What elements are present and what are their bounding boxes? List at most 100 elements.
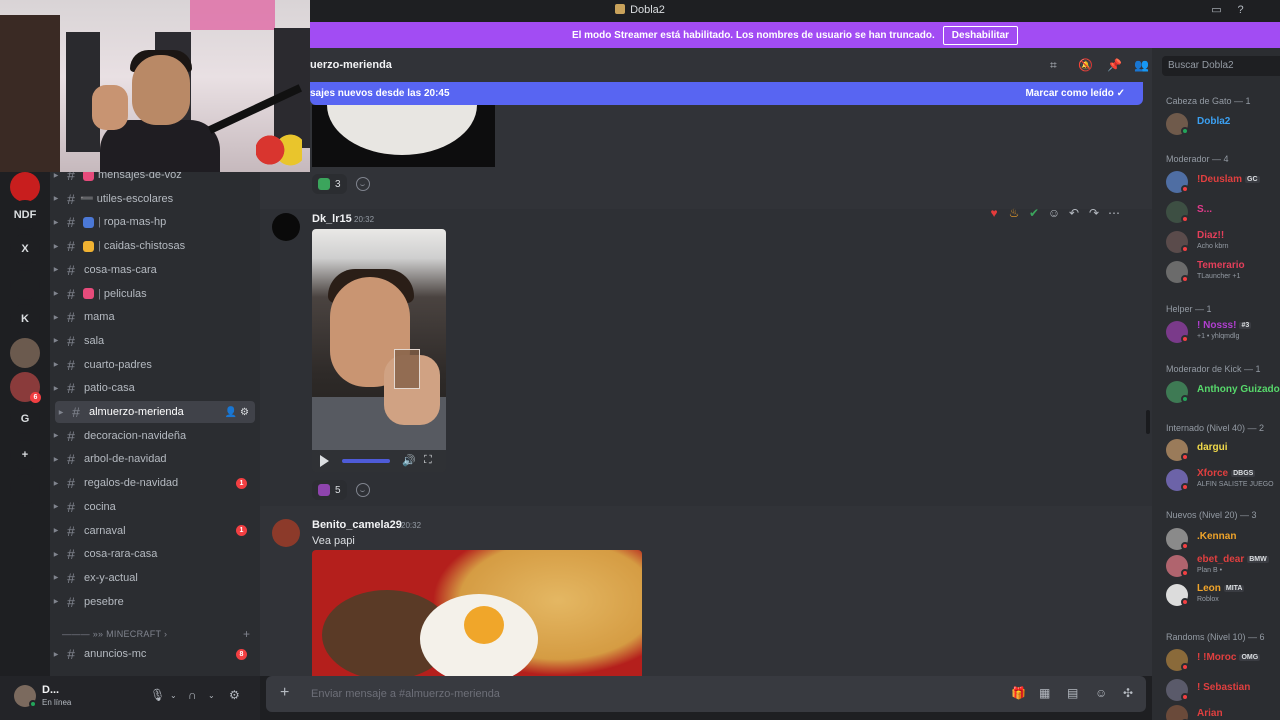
member-search-input[interactable]: Buscar Dobla2 [1162, 56, 1280, 76]
category-minecraft[interactable]: ——— »» MINECRAFT › [62, 629, 167, 639]
channel-item[interactable]: ▶ # cocina [50, 496, 255, 518]
video-progress-bar[interactable] [342, 459, 390, 463]
heart-reaction-icon[interactable]: ♥ [986, 206, 1002, 220]
spiderman-icon[interactable] [10, 172, 40, 202]
new-messages-bar[interactable]: sajes nuevos desde las 20:45 Marcar como… [310, 82, 1143, 105]
gif-icon[interactable]: ▦ [1039, 686, 1050, 700]
microphone-icon[interactable]: 🎙 [150, 688, 165, 702]
invite-icon[interactable]: 👤 [225, 407, 237, 418]
fire-reaction-icon[interactable]: ♨ [1006, 206, 1022, 220]
channel-item[interactable]: ▶ # cuarto-padres [50, 354, 255, 376]
server-avatar-2[interactable]: 6 [10, 372, 41, 403]
attach-plus-icon[interactable]: + [280, 684, 289, 702]
channel-item[interactable]: ▶ # | peliculas [50, 283, 255, 305]
channel-item[interactable]: ▶ # ex-y-actual [50, 567, 255, 589]
chat-scrollbar[interactable] [1146, 410, 1150, 434]
member-item[interactable]: Arian [1166, 703, 1280, 720]
mention-badge: 6 [30, 392, 41, 403]
chevron-down-icon[interactable]: ⌄ [170, 691, 177, 700]
pin-icon[interactable]: 📌 [1107, 58, 1122, 72]
status-dot [1181, 245, 1189, 253]
folder-icon[interactable] [10, 270, 40, 300]
member-item[interactable]: Diaz!! Acho kbrn [1166, 229, 1280, 255]
member-item[interactable]: Leon MITA Roblox [1166, 582, 1280, 608]
channel-item[interactable]: ▶ # mensajes-de-voz [50, 172, 255, 186]
member-item[interactable]: S... [1166, 199, 1280, 225]
forward-icon[interactable]: ↷ [1086, 206, 1102, 220]
channel-item[interactable]: ▶ # pesebre [50, 591, 255, 613]
help-icon[interactable]: ? [1234, 4, 1247, 17]
sticker-icon[interactable]: ▤ [1067, 686, 1078, 700]
server-k[interactable]: K [10, 304, 40, 334]
explore-icon[interactable] [10, 474, 40, 504]
server-list: NDF X K 6 G + [0, 172, 50, 672]
reply-icon[interactable]: ↶ [1066, 206, 1082, 220]
member-item[interactable]: ! Nosss! #3 +1 • yhlqmdlg [1166, 319, 1280, 345]
reaction-check[interactable]: 3 [312, 174, 347, 194]
channel-item[interactable]: ▶ # cosa-rara-casa [50, 543, 255, 565]
mark-as-read-button[interactable]: Marcar como leído ✓ [1025, 88, 1125, 99]
chevron-down-icon[interactable]: ⌄ [208, 691, 215, 700]
threads-icon[interactable]: ⌗ [1050, 58, 1057, 73]
message-author[interactable]: Benito_camela29 [312, 519, 402, 531]
channel-item[interactable]: ▶ # patio-casa [50, 377, 255, 399]
add-reaction-icon[interactable] [356, 483, 370, 497]
server-x[interactable]: X [10, 234, 40, 264]
channel-item[interactable]: ▶ # arbol-de-navidad [50, 448, 255, 470]
channel-item[interactable]: ▶ # anuncios-mc 8 [50, 643, 255, 665]
message-composer[interactable]: + Enviar mensaje a #almuerzo-merienda 🎁 … [266, 676, 1146, 712]
image-attachment[interactable] [312, 550, 642, 676]
channel-item[interactable]: ▶ # carnaval 1 [50, 520, 255, 542]
member-item[interactable]: ebet_dear BMW Plan B • [1166, 553, 1280, 579]
gift-icon[interactable]: 🎁 [1011, 686, 1026, 700]
add-reaction-icon[interactable] [356, 177, 370, 191]
inbox-icon[interactable]: ▭ [1210, 4, 1223, 17]
mute-bell-icon[interactable]: 🔕 [1078, 58, 1093, 72]
play-icon[interactable] [320, 455, 329, 467]
video-attachment[interactable]: 🔊 ⛶ [312, 229, 446, 472]
server-ndf[interactable]: NDF [10, 200, 40, 230]
disable-streamer-button[interactable]: Deshabilitar [942, 25, 1019, 45]
member-item[interactable]: .Kennan [1166, 526, 1280, 552]
reaction-eggplant[interactable]: 5 [312, 480, 347, 500]
member-item[interactable]: Dobla2 [1166, 111, 1280, 137]
member-list-icon[interactable]: 👥 [1134, 58, 1149, 72]
avatar[interactable] [272, 519, 300, 547]
volume-icon[interactable]: 🔊 [402, 454, 416, 467]
create-channel-plus-icon[interactable]: + [243, 627, 250, 641]
member-item[interactable]: ! Sebastian [1166, 677, 1280, 703]
member-item[interactable]: !Deuslam GC [1166, 169, 1280, 195]
more-options-icon[interactable]: ⋯ [1106, 206, 1122, 220]
member-item[interactable]: ! !Moroc OMG [1166, 647, 1280, 673]
channel-item[interactable]: ▶ # regalos-de-navidad 1 [50, 472, 255, 494]
add-server-icon[interactable]: + [10, 440, 40, 470]
channel-item[interactable]: ▶ # decoracion-navideña [50, 425, 255, 447]
channel-item[interactable]: ▶ # ➖ utiles-escolares [50, 188, 255, 210]
add-reaction-icon[interactable]: ☺ [1046, 206, 1062, 220]
channel-item[interactable]: ▶ # almuerzo-merienda 👤 ⚙ [55, 401, 255, 423]
channel-item[interactable]: ▶ # | caidas-chistosas [50, 235, 255, 257]
user-name[interactable]: D... [42, 684, 59, 696]
fullscreen-icon[interactable]: ⛶ [424, 454, 432, 467]
emoji-icon[interactable]: ☺ [1095, 686, 1107, 700]
text-channel-icon: # [67, 546, 75, 563]
message-author[interactable]: Dk_lr15 [312, 213, 352, 225]
server-avatar[interactable] [10, 338, 40, 368]
check-reaction-icon[interactable]: ✔ [1026, 206, 1042, 220]
image-attachment[interactable] [312, 105, 495, 167]
member-item[interactable]: Temerario TLauncher +1 [1166, 259, 1280, 285]
member-item[interactable]: Anthony Guizado [1166, 379, 1280, 405]
apps-icon[interactable]: ✣ [1123, 686, 1133, 700]
member-item[interactable]: dargui [1166, 437, 1280, 463]
headphones-icon[interactable]: ∩ [188, 688, 197, 702]
channel-item[interactable]: ▶ # | ropa-mas-hp [50, 211, 255, 233]
channel-item[interactable]: ▶ # sala [50, 330, 255, 352]
channel-item[interactable]: ▶ # mama [50, 306, 255, 328]
server-g[interactable]: G [10, 404, 40, 434]
member-item[interactable]: Xforce DBGS ALFIN SALISTE JUEGO [1166, 467, 1280, 493]
message-input[interactable]: Enviar mensaje a #almuerzo-merienda [311, 688, 500, 700]
channel-item[interactable]: ▶ # cosa-mas-cara [50, 259, 255, 281]
settings-gear-icon[interactable]: ⚙ [229, 688, 240, 702]
channel-settings-gear-icon[interactable]: ⚙ [240, 407, 249, 418]
avatar[interactable] [272, 213, 300, 241]
